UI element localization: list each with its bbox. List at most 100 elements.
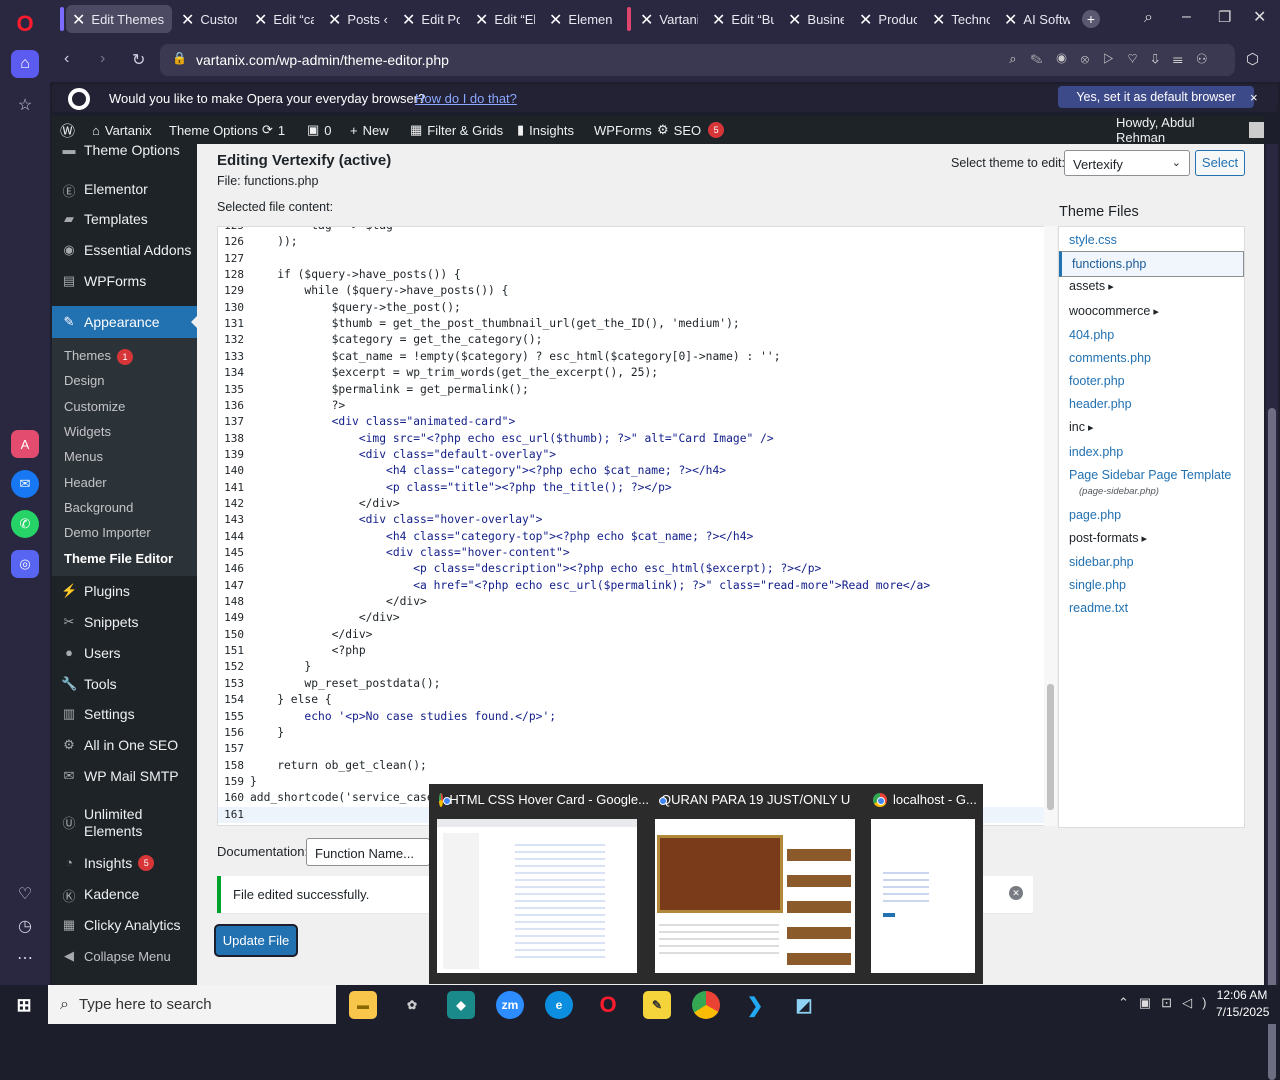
code-line[interactable]: 156 } xyxy=(218,725,1044,741)
zoom-icon[interactable]: zm xyxy=(496,991,524,1019)
submenu-design[interactable]: Design xyxy=(64,373,104,388)
menu-essential-addons[interactable]: ◉ Essential Addons xyxy=(52,239,197,261)
more-icon[interactable]: ⋯ xyxy=(11,944,39,972)
clock[interactable]: 12:06 AM 7/15/2025 xyxy=(1216,988,1269,1019)
submenu-customize[interactable]: Customize xyxy=(64,399,125,414)
dismiss-icon[interactable]: ✕ xyxy=(1009,886,1023,900)
windows-start-icon[interactable]: ⊞ xyxy=(10,991,38,1019)
tab-posts[interactable]: ✕Posts ‹ V xyxy=(322,5,394,33)
whatsapp-icon[interactable]: ✆ xyxy=(11,510,39,538)
file-link[interactable]: comments.php xyxy=(1069,351,1151,365)
collapse-menu[interactable]: ◀ Collapse Menu xyxy=(52,945,197,967)
page-scrollbar[interactable] xyxy=(1266,144,1278,1080)
editor-scrollbar[interactable] xyxy=(1044,226,1057,826)
menu-settings[interactable]: ▥ Settings xyxy=(52,703,197,725)
insights-link[interactable]: ▮ Insights xyxy=(517,116,574,144)
code-line[interactable]: 125 'tag' => $tag xyxy=(218,227,1044,234)
menu-kadence[interactable]: Ⓚ Kadence xyxy=(52,883,197,905)
back-icon[interactable]: ‹ xyxy=(64,50,69,68)
tab-business[interactable]: ✕Busines xyxy=(782,5,850,33)
tray-icons[interactable]: ⌃▣⊡◁) xyxy=(1118,995,1216,1011)
notify-link[interactable]: How do I do that? xyxy=(415,91,517,106)
paint-icon[interactable]: ✿ xyxy=(398,991,426,1019)
code-line[interactable]: 148 </div> xyxy=(218,594,1044,610)
menu-users[interactable]: ● Users xyxy=(52,642,197,664)
documentation-select[interactable]: Function Name... xyxy=(306,838,430,866)
submenu-widgets[interactable]: Widgets xyxy=(64,424,111,439)
preview-window-1[interactable]: HTML CSS Hover Card - Google... xyxy=(439,792,649,807)
code-line[interactable]: 157 xyxy=(218,741,1044,757)
code-line[interactable]: 128 if ($query->have_posts()) { xyxy=(218,267,1044,283)
tab-technology[interactable]: ✕Technol xyxy=(926,5,996,33)
code-line[interactable]: 131 $thumb = get_the_post_thumbnail_url(… xyxy=(218,316,1044,332)
tab-product[interactable]: ✕Product xyxy=(853,5,923,33)
page-scroll-thumb[interactable] xyxy=(1268,408,1276,1080)
new-content-link[interactable]: + New xyxy=(350,116,389,144)
menu-wpforms[interactable]: ▤ WPForms xyxy=(52,270,197,292)
menu-elementor[interactable]: Ⓔ Elementor xyxy=(52,178,197,200)
close-window-icon[interactable]: ✕ xyxy=(1253,7,1266,27)
code-line[interactable]: 137 <div class="animated-card"> xyxy=(218,414,1044,430)
file-link[interactable]: functions.php xyxy=(1059,251,1244,277)
heart-icon[interactable]: ♡ xyxy=(11,880,39,908)
tab-edit-ca[interactable]: ✕ Edit “ca xyxy=(248,5,320,33)
submenu-theme-file-editor[interactable]: Theme File Editor xyxy=(64,551,173,566)
code-line[interactable]: 152 } xyxy=(218,659,1044,675)
filter-grids-link[interactable]: ▦ Filter & Grids xyxy=(410,116,503,144)
toolbar-icons[interactable]: ⌕✎◉⊗▷♡⇩☰⚇ xyxy=(1009,51,1221,67)
menu-tools[interactable]: 🔧 Tools xyxy=(52,673,197,695)
new-tab-plus-icon[interactable]: + xyxy=(1082,10,1100,28)
code-line[interactable]: 130 $query->the_post(); xyxy=(218,300,1044,316)
code-line[interactable]: 150 </div> xyxy=(218,627,1044,643)
notify-close-icon[interactable]: × xyxy=(1250,90,1258,105)
aria-icon[interactable]: A xyxy=(11,430,39,458)
messenger-icon[interactable]: ✉ xyxy=(11,470,39,498)
preview-window-2[interactable]: QURAN PARA 19 JUST/ONLY U... xyxy=(655,792,851,807)
file-link[interactable]: single.php xyxy=(1069,578,1126,592)
code-line[interactable]: 151 <?php xyxy=(218,643,1044,659)
menu-plugins[interactable]: ⚡ Plugins xyxy=(52,580,197,602)
update-file-button[interactable]: Update File xyxy=(216,926,296,955)
code-line[interactable]: 144 <h4 class="category-top"><?php echo … xyxy=(218,529,1044,545)
set-default-button[interactable]: Yes, set it as default browser xyxy=(1058,86,1254,108)
submenu-background[interactable]: Background xyxy=(64,500,133,515)
tab-edit-bu[interactable]: ✕ Edit “Bu xyxy=(706,5,780,33)
extensions-icon[interactable]: ⬡ xyxy=(1246,50,1259,68)
code-line[interactable]: 143 <div class="hover-overlay"> xyxy=(218,512,1044,528)
discord-icon[interactable]: ◎ xyxy=(11,550,39,578)
app-icon[interactable]: ◆ xyxy=(447,991,475,1019)
file-folder[interactable]: post-formats ▸ xyxy=(1069,531,1147,545)
code-line[interactable]: 134 $excerpt = wp_trim_words(get_the_exc… xyxy=(218,365,1044,381)
select-button[interactable]: Select xyxy=(1195,150,1245,176)
preview-thumb-3[interactable] xyxy=(871,819,975,973)
code-line[interactable]: 133 $cat_name = !empty($category) ? esc_… xyxy=(218,349,1044,365)
file-link[interactable]: style.css xyxy=(1069,233,1117,247)
file-link[interactable]: index.php xyxy=(1069,445,1123,459)
url-bar[interactable]: 🔒 vartanix.com/wp-admin/theme-editor.php… xyxy=(160,44,1235,76)
menu-theme-options[interactable]: ▬ Theme Options xyxy=(52,140,197,160)
opera-taskbar-icon[interactable]: O xyxy=(594,991,622,1019)
tab-edit-post[interactable]: ✕Edit Pos xyxy=(396,5,466,33)
file-link[interactable]: page.php xyxy=(1069,508,1121,522)
code-line[interactable]: 158 return ob_get_clean(); xyxy=(218,758,1044,774)
file-link[interactable]: readme.txt xyxy=(1069,601,1128,615)
code-line[interactable]: 141 <p class="title"><?php the_title(); … xyxy=(218,480,1044,496)
code-line[interactable]: 145 <div class="hover-content"> xyxy=(218,545,1044,561)
tab-edit-themes[interactable]: ✕ Edit Themes ‹ xyxy=(66,5,172,33)
sticky-notes-icon[interactable]: ✎ xyxy=(643,991,671,1019)
home-icon[interactable]: ⌂ xyxy=(11,50,39,78)
theme-select[interactable]: Vertexify ⌄ xyxy=(1064,150,1190,176)
preview-window-3[interactable]: localhost - G... xyxy=(873,792,977,807)
menu-clicky-analytics[interactable]: ▦ Clicky Analytics xyxy=(52,914,197,936)
file-explorer-icon[interactable]: ▬ xyxy=(349,991,377,1019)
code-line[interactable]: 132 $category = get_the_category(); xyxy=(218,332,1044,348)
code-line[interactable]: 138 <img src="<?php echo esc_url($thumb)… xyxy=(218,431,1044,447)
file-link[interactable]: footer.php xyxy=(1069,374,1125,388)
code-line[interactable]: 129 while ($query->have_posts()) { xyxy=(218,283,1044,299)
tab-elementor[interactable]: ✕ Element xyxy=(543,5,618,33)
my-account[interactable]: Howdy, Abdul Rehman xyxy=(1116,115,1264,145)
code-line[interactable]: 135 $permalink = get_permalink(); xyxy=(218,382,1044,398)
file-link[interactable]: Page Sidebar Page Template xyxy=(1069,468,1231,482)
file-link[interactable]: header.php xyxy=(1069,397,1132,411)
code-line[interactable]: 136 ?> xyxy=(218,398,1044,414)
